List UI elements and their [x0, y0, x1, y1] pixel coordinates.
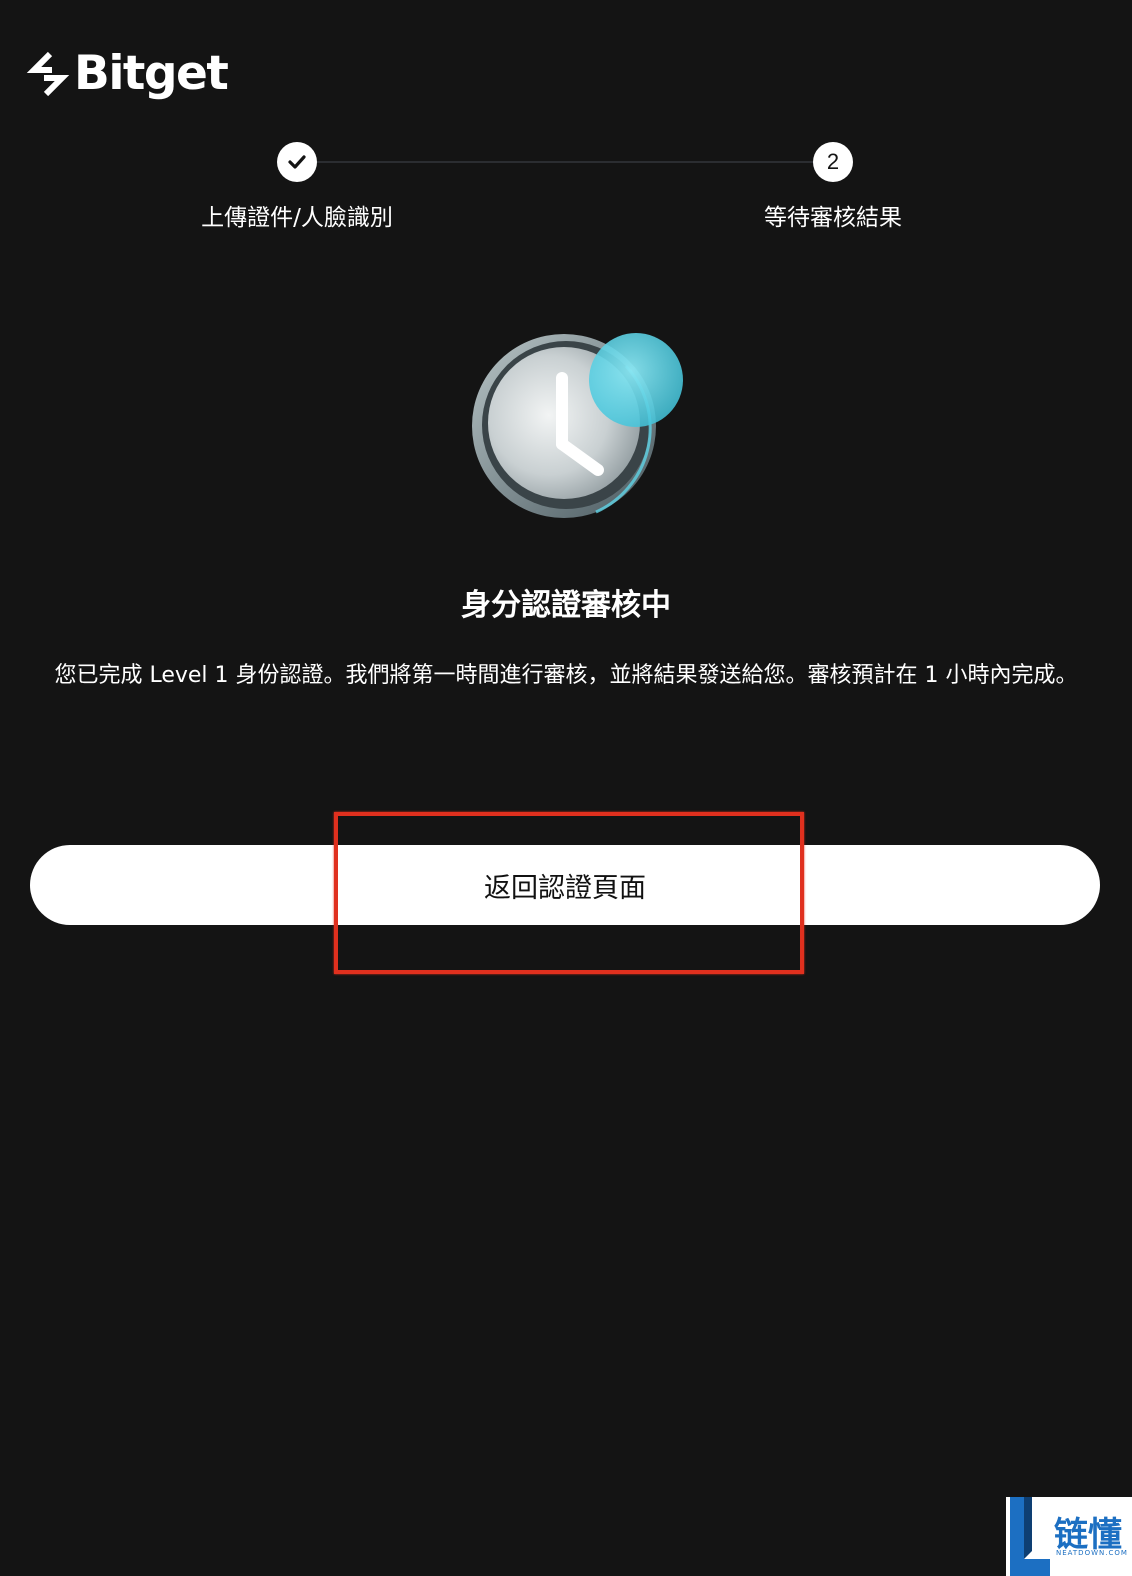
step-1-label: 上傳證件/人臉識別	[201, 205, 393, 231]
page-title: 身分認證審核中	[461, 588, 671, 623]
watermark-logo: 链懂 NEATDOWN.COM	[1006, 1497, 1132, 1576]
brand-name: Bitget	[74, 46, 229, 101]
bitget-logo[interactable]: Bitget	[26, 44, 229, 104]
watermark-subtext: NEATDOWN.COM	[1056, 1549, 1128, 1557]
stepper-connector	[317, 161, 813, 163]
bitget-logo-icon	[26, 51, 70, 97]
step-2-indicator: 2	[813, 142, 853, 182]
status-description: 您已完成 Level 1 身份認證。我們將第一時間進行審核，並將結果發送給您。審…	[54, 663, 1078, 688]
back-to-verification-button[interactable]: 返回認證頁面	[30, 845, 1100, 925]
clock-pending-icon	[472, 333, 683, 518]
watermark-l-icon	[1010, 1497, 1050, 1576]
step-2-label: 等待審核結果	[764, 205, 902, 231]
checkmark-icon	[288, 155, 306, 169]
step-1-indicator	[277, 142, 317, 182]
